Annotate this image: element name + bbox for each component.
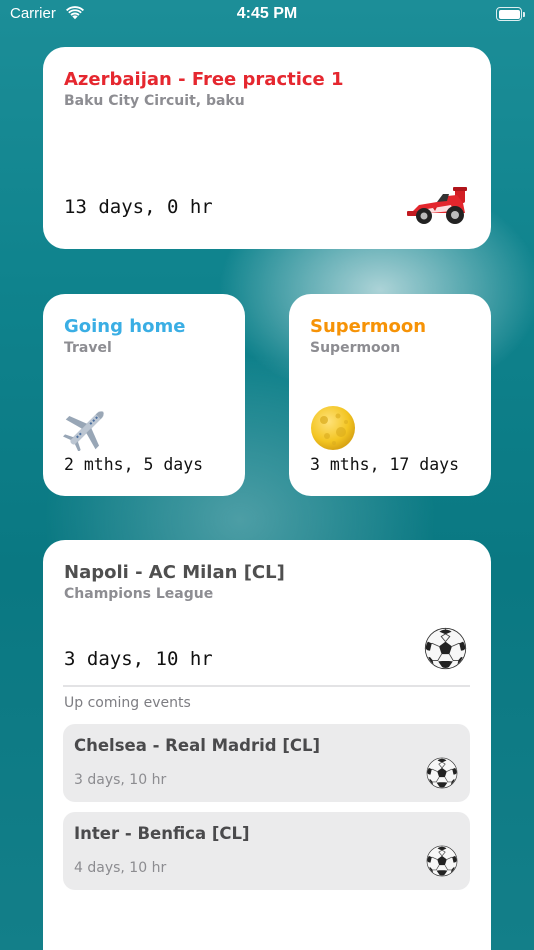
divider <box>63 685 470 687</box>
status-bar: Carrier 4:45 PM <box>0 0 534 30</box>
event-card-napoli[interactable]: Napoli - AC Milan [CL] Champions League … <box>43 540 491 950</box>
airplane-icon <box>63 411 104 451</box>
event-subtitle: Travel <box>64 340 112 356</box>
event-card-travel[interactable]: Going home Travel 2 mths, 5 days <box>43 294 245 496</box>
event-subtitle: Supermoon <box>310 340 401 356</box>
battery-icon <box>496 7 525 21</box>
clock: 4:45 PM <box>236 5 298 22</box>
upcoming-events-label: Up coming events <box>64 695 191 711</box>
event-subtitle: Champions League <box>64 586 214 602</box>
event-countdown: 3 mths, 17 days <box>310 455 460 474</box>
soccer-ball-icon <box>426 845 458 877</box>
event-card-supermoon[interactable]: Supermoon Supermoon 3 mths, 17 days <box>289 294 491 496</box>
race-car-icon <box>407 187 467 224</box>
upcoming-event-title: Inter - Benfica [CL] <box>74 824 250 843</box>
upcoming-event-item[interactable]: Inter - Benfica [CL] 4 days, 10 hr <box>63 812 470 890</box>
upcoming-event-countdown: 4 days, 10 hr <box>74 860 167 876</box>
upcoming-event-countdown: 3 days, 10 hr <box>74 772 167 788</box>
event-subtitle: Baku City Circuit, baku <box>64 93 245 109</box>
event-title: Azerbaijan - Free practice 1 <box>64 69 344 90</box>
upcoming-event-item[interactable]: Chelsea - Real Madrid [CL] 3 days, 10 hr <box>63 724 470 802</box>
event-card-baku[interactable]: Azerbaijan - Free practice 1 Baku City C… <box>43 47 491 249</box>
event-title: Napoli - AC Milan [CL] <box>64 562 285 583</box>
soccer-ball-icon <box>424 627 467 670</box>
event-countdown: 2 mths, 5 days <box>64 455 204 474</box>
event-title: Going home <box>64 316 186 337</box>
upcoming-event-title: Chelsea - Real Madrid [CL] <box>74 736 321 755</box>
event-countdown: 13 days, 0 hr <box>64 196 213 218</box>
event-countdown: 3 days, 10 hr <box>64 648 213 670</box>
full-moon-icon <box>311 406 355 450</box>
soccer-ball-icon <box>426 757 458 789</box>
event-title: Supermoon <box>310 316 427 337</box>
